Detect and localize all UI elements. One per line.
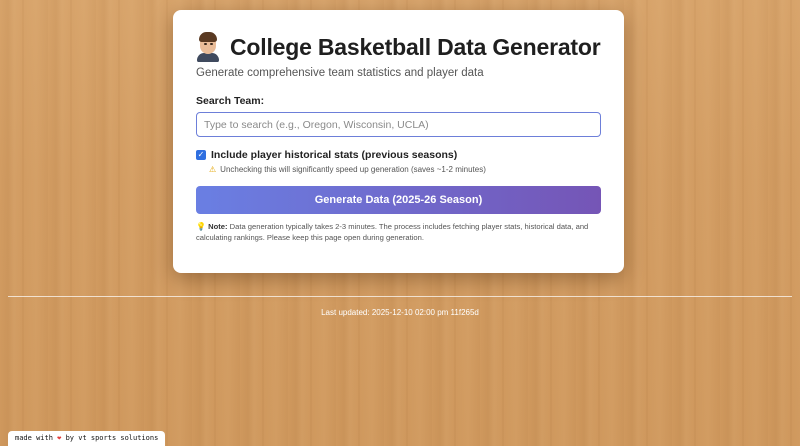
historical-stats-label: Include player historical stats (previou… — [211, 149, 458, 161]
badge-suffix: by vt sports solutions — [65, 434, 159, 442]
note-prefix: Note: — [208, 222, 228, 231]
historical-stats-option[interactable]: ✓ Include player historical stats (previ… — [196, 149, 601, 161]
team-search-input[interactable] — [196, 112, 601, 137]
note-text: Data generation typically takes 2-3 minu… — [196, 222, 589, 242]
page-subtitle: Generate comprehensive team statistics a… — [196, 67, 484, 79]
made-with-badge[interactable]: made with ❤ by vt sports solutions — [8, 431, 166, 446]
warning-icon: ⚠ — [209, 165, 217, 174]
footer-divider — [8, 296, 792, 297]
generate-data-button[interactable]: Generate Data (2025-26 Season) — [196, 186, 601, 214]
warning-text: Unchecking this will significantly speed… — [220, 165, 486, 174]
last-updated-text: Last updated: 2025-12-10 02:00 pm 11f265… — [321, 308, 479, 317]
lightbulb-icon: 💡 — [196, 222, 206, 231]
person-avatar-icon — [196, 32, 220, 62]
badge-prefix: made with — [15, 434, 53, 442]
speed-warning: ⚠ Unchecking this will significantly spe… — [209, 165, 601, 174]
search-team-label: Search Team: — [196, 95, 265, 107]
generation-note: 💡 Note: Data generation typically takes … — [196, 221, 601, 243]
page-title: College Basketball Data Generator — [230, 33, 601, 60]
title-row: College Basketball Data Generator — [196, 30, 601, 64]
historical-stats-checkbox[interactable]: ✓ — [196, 150, 206, 160]
heart-icon: ❤ — [57, 434, 62, 442]
generator-card: College Basketball Data Generator Genera… — [173, 10, 624, 273]
